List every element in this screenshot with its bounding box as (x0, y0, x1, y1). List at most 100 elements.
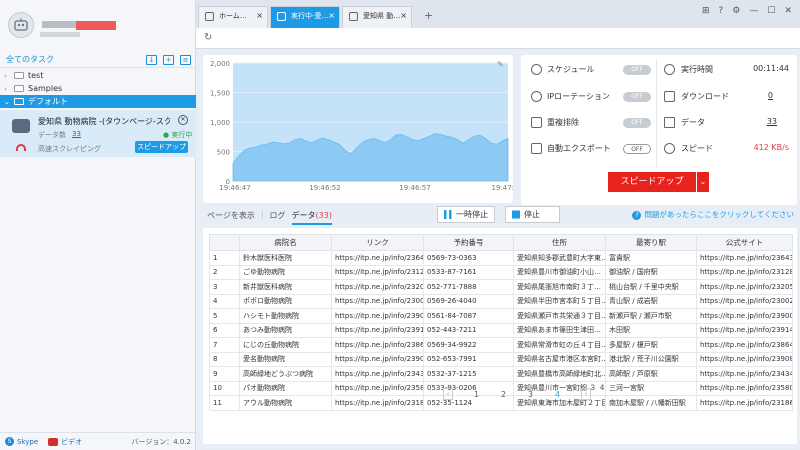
table-row[interactable]: 7にじの丘動物病院https://itp.ne.jp/info/238641…0… (209, 337, 793, 353)
tab-label: ホーム… (219, 12, 247, 20)
import-icon[interactable]: ↓ (146, 55, 157, 65)
new-tab-icon[interactable]: + (424, 9, 433, 22)
page-number[interactable]: 1 (463, 390, 490, 399)
task-name: 愛知県 動物病院 -(タウンページ-スクレイ… (38, 117, 170, 126)
help-link[interactable]: ? 問題があったらここをクリックしてください (632, 209, 794, 220)
refresh-icon[interactable]: ↻ (204, 32, 212, 43)
stop-icon (512, 210, 520, 219)
speed-value: 412 KB/s (753, 143, 789, 152)
folder-icon (14, 72, 24, 79)
table-row[interactable]: 2ごゆ動物病院https://itp.ne.jp/info/231280…053… (209, 264, 793, 280)
avatar[interactable] (8, 12, 34, 38)
table-cell: 多屋駅 / 榎戸駅 (605, 337, 697, 353)
schedule-toggle[interactable]: OFF (623, 65, 651, 75)
chart-svg: 05001,0001,5002,00019:46:47 19:46:52 19:46… (210, 60, 513, 192)
gift-icon[interactable]: ⊞ (702, 6, 710, 16)
table-row[interactable]: 4ポポロ動物病院https://itp.ne.jp/info/230026…05… (209, 293, 793, 309)
column-header[interactable]: 予約番号 (423, 234, 514, 251)
table-cell: https://itp.ne.jp/info/239001… (696, 308, 793, 324)
page-number[interactable]: 4 (544, 390, 571, 399)
table-cell: 三河一宮駅 (605, 380, 697, 396)
tree-item-samples[interactable]: › Samples (0, 82, 196, 95)
tab-data[interactable]: データ(33) (291, 210, 332, 225)
y-tick-label: 2,000 (210, 60, 230, 68)
table-row[interactable]: 9高師緑地どうぶつ病院https://itp.ne.jp/info/234345… (209, 366, 793, 382)
table-cell: 0532-37-1215 (423, 366, 514, 382)
data-table-panel: 病院名 リンク 予約番号 住所 最寄り駅 公式サイト 1 鈴木獣医科医院 https://it… (203, 228, 797, 444)
table-cell: あつみ動物病院 (239, 322, 332, 338)
column-header[interactable] (209, 234, 240, 251)
help-icon[interactable]: ? (719, 6, 724, 16)
table-cell: 木田駅 (605, 322, 697, 338)
close-icon[interactable]: × (400, 11, 407, 20)
video-link[interactable]: ビデオ (61, 437, 82, 447)
stop-button[interactable]: 停止 (505, 206, 560, 223)
column-header[interactable]: 住所 (513, 234, 606, 251)
ip-rotation-label: IPローテーション (547, 92, 611, 101)
edit-icon[interactable]: ✎ (497, 60, 504, 69)
stop-label: 停止 (524, 210, 540, 219)
table-cell: 2 (209, 264, 240, 280)
column-header[interactable]: 公式サイト (696, 234, 793, 251)
scrape-mode: 高速スクレイピング (38, 145, 101, 153)
minimize-icon[interactable]: — (749, 6, 758, 16)
chevron-down-icon[interactable]: ⌄ (697, 172, 709, 192)
skype-link[interactable]: Skype (17, 438, 38, 446)
all-tasks-header[interactable]: 全てのタスク ↓ + ≡ (0, 51, 196, 68)
data-value[interactable]: 33 (767, 117, 777, 126)
task-tree: › test › Samples ⌄ デフォルト (0, 69, 196, 108)
table-cell: ごゆ動物病院 (239, 264, 332, 280)
close-icon[interactable]: × (256, 11, 263, 20)
manage-icon[interactable]: ≡ (180, 55, 191, 65)
next-page-button[interactable]: › (581, 388, 591, 400)
table-row[interactable]: 3新井獣医科病院https://itp.ne.jp/info/232058…05… (209, 279, 793, 295)
table-cell: 10 (209, 380, 240, 396)
download-value[interactable]: 0 (768, 91, 773, 100)
page-number[interactable]: 3 (517, 390, 544, 399)
tab-home[interactable]: ホーム… × (198, 6, 268, 28)
task-item[interactable]: 愛知県 動物病院 -(タウンページ-スクレイ… ✕ データ数 33 ● 実行中 … (0, 110, 196, 157)
chevron-right-icon: › (4, 71, 7, 80)
tree-item-default[interactable]: ⌄ デフォルト (0, 95, 196, 108)
data-count-label: データ数 (38, 131, 66, 139)
column-header[interactable]: 病院名 (239, 234, 332, 251)
pause-button[interactable]: 一時停止 (437, 206, 495, 223)
table-cell: https://itp.ne.jp/info/238641… (696, 337, 793, 353)
table-row[interactable]: 6あつみ動物病院https://itp.ne.jp/info/239148…05… (209, 322, 793, 338)
tab-bar: ホーム… × 実行中-愛… × 愛知県 動… × + ⊞ ? ⚙ — ☐ ✕ (196, 0, 800, 28)
table-cell: 愛名動物病院 (239, 351, 332, 367)
pause-icon (444, 210, 452, 219)
table-cell: https://itp.ne.jp/info/231280… (696, 264, 793, 280)
close-icon[interactable]: × (328, 11, 335, 20)
table-cell: https://itp.ne.jp/info/231866… (331, 395, 424, 411)
table-cell: 桃山台駅 / 千里中央駅 (605, 279, 697, 295)
speedup-button[interactable]: スピードアップ (608, 172, 696, 192)
new-task-icon[interactable]: + (163, 55, 174, 65)
tab-running[interactable]: 実行中-愛… × (270, 6, 340, 28)
gear-icon[interactable]: ⚙ (732, 6, 740, 16)
table-row[interactable]: 8愛名動物病院https://itp.ne.jp/info/239085…052… (209, 351, 793, 367)
maximize-icon[interactable]: ☐ (767, 6, 775, 16)
data-count-link[interactable]: 33 (72, 130, 81, 138)
tab-log[interactable]: ログ (270, 210, 286, 225)
ip-rotation-toggle[interactable]: OFF (623, 92, 651, 102)
table-row[interactable]: 5ハシモト動物病院https://itp.ne.jp/info/239001…0… (209, 308, 793, 324)
table-row[interactable]: 1鈴木獣医科医院https://itp.ne.jp/info/236430…05… (209, 250, 793, 266)
speedup-button-small[interactable]: スピードアップ (135, 141, 188, 153)
auto-export-toggle[interactable]: OFF (623, 144, 651, 154)
runtime-label: 実行時間 (681, 65, 713, 74)
table-cell: 愛知県名古屋市港区本宮町… (513, 351, 606, 367)
column-header[interactable]: 最寄り駅 (605, 234, 697, 251)
page-number[interactable]: 2 (490, 390, 517, 399)
help-text: 問題があったらここをクリックしてください (644, 210, 794, 219)
table-cell: https://itp.ne.jp/info/236430… (696, 250, 793, 266)
tab-page-view[interactable]: ページを表示 (207, 210, 255, 225)
tree-item-test[interactable]: › test (0, 69, 196, 82)
prev-page-button[interactable]: ‹ (443, 388, 453, 400)
tab-task-editor[interactable]: 愛知県 動… × (342, 6, 412, 28)
dedupe-toggle[interactable]: OFF (623, 118, 651, 128)
close-window-icon[interactable]: ✕ (784, 6, 792, 16)
close-icon[interactable]: ✕ (178, 115, 188, 125)
column-header[interactable]: リンク (331, 234, 424, 251)
table-cell: https://itp.ne.jp/info/236430… (331, 250, 424, 266)
